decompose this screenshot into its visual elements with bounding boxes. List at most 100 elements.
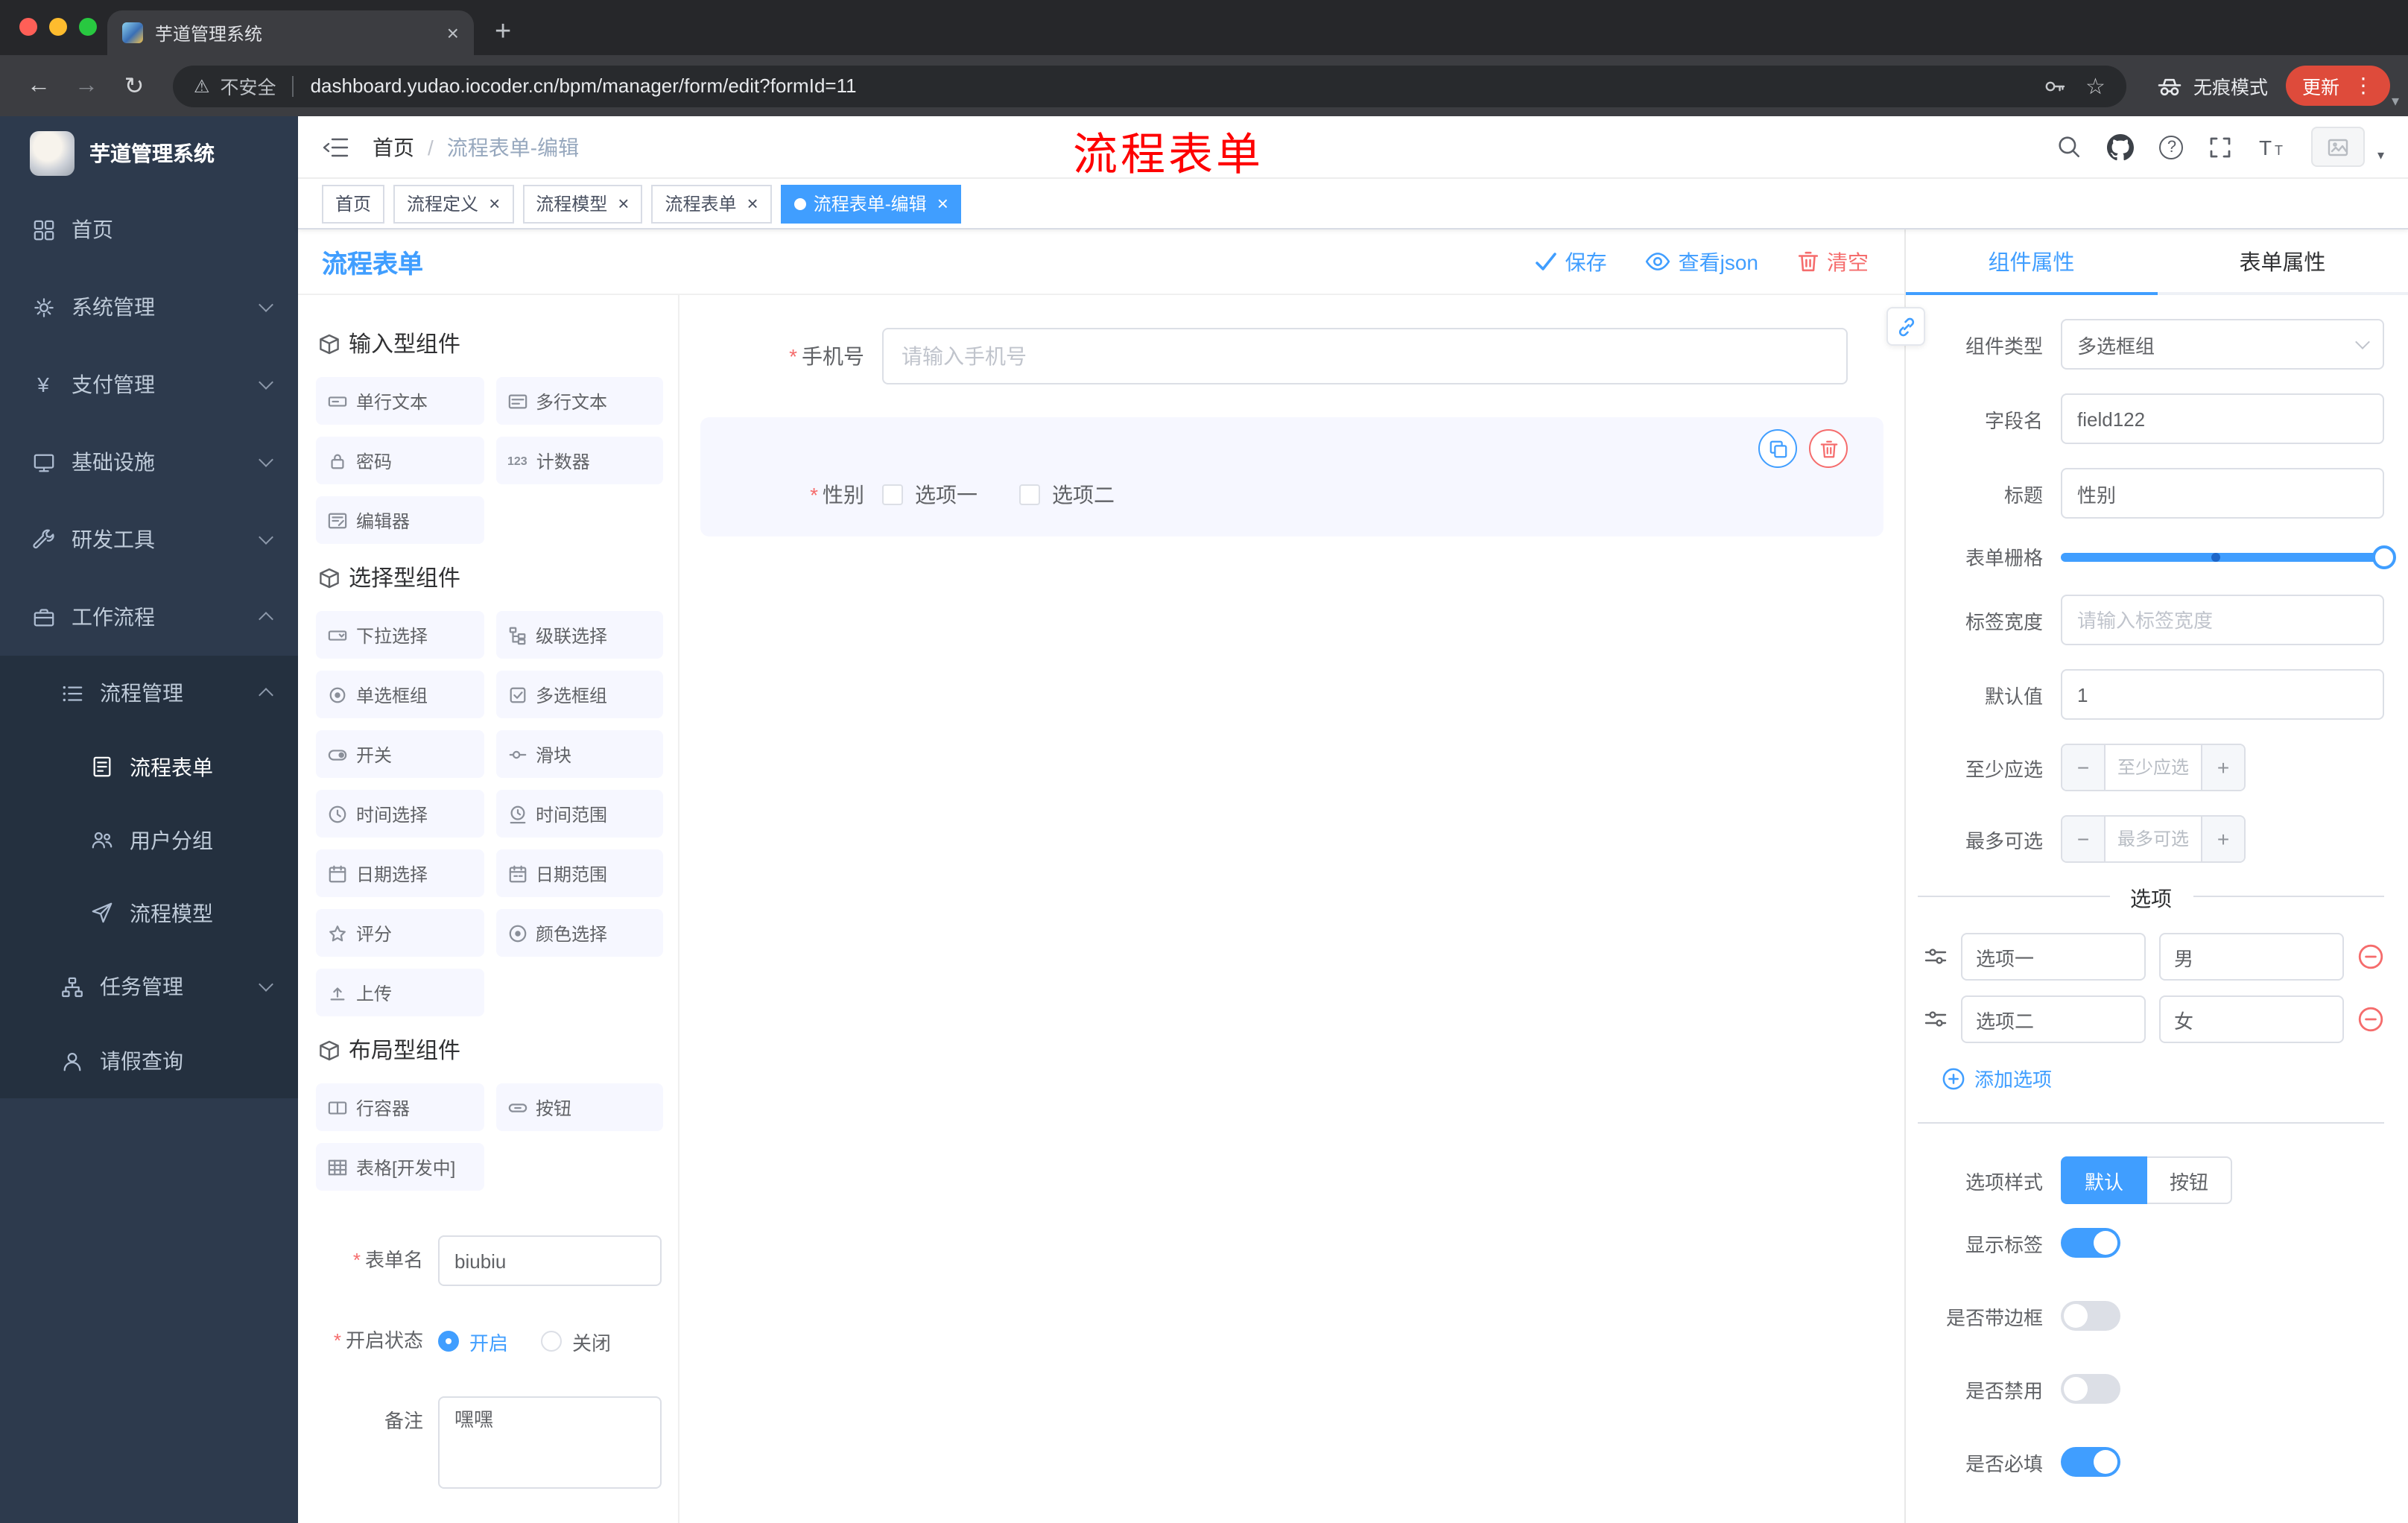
status-radio-off[interactable]: 关闭 [541,1327,611,1355]
widget-phone[interactable]: * 手机号 [700,310,1883,402]
palette-item-single-line-text[interactable]: 单行文本 [316,377,484,425]
field-name-input[interactable] [2061,393,2384,444]
incognito-badge[interactable]: 无痕模式 [2156,72,2268,100]
sidebar-item-infrastructure[interactable]: 基础设施 [0,423,298,501]
font-size-icon[interactable]: TT [2258,135,2287,159]
palette-item-date-picker[interactable]: 日期选择 [316,849,484,897]
option1-label-input[interactable] [1961,933,2146,981]
view-json-button[interactable]: 查看json [1646,247,1758,276]
palette-item-checkbox-group[interactable]: 多选框组 [495,671,663,718]
palette-item-table[interactable]: 表格[开发中] [316,1143,484,1191]
toolbar-overflow-chevron-icon[interactable]: ▾ [2392,94,2399,110]
gender-checkbox-option2[interactable]: 选项二 [1019,480,1115,510]
palette-item-select[interactable]: 下拉选择 [316,611,484,659]
palette-item-cascader[interactable]: 级联选择 [495,611,663,659]
status-radio-on[interactable]: 开启 [438,1327,508,1355]
min-select-input[interactable] [2106,745,2201,790]
search-icon[interactable] [2057,134,2082,159]
window-minimize-button[interactable] [49,18,67,36]
style-default-button[interactable]: 默认 [2061,1156,2148,1204]
title-input[interactable] [2061,468,2384,519]
default-value-input[interactable] [2061,669,2384,720]
palette-item-password[interactable]: 密码 [316,437,484,484]
drag-handle-icon[interactable] [1924,945,1948,969]
sidebar-item-home[interactable]: 首页 [0,191,298,268]
github-icon[interactable] [2107,133,2135,160]
add-option-button[interactable]: 添加选项 [1942,1064,2384,1092]
link-notch-button[interactable] [1886,307,1925,346]
stepper-increase-button[interactable]: + [2201,745,2244,790]
window-close-button[interactable] [19,18,37,36]
back-button[interactable]: ← [18,65,60,107]
sidebar-item-process-management[interactable]: 流程管理 [0,656,298,730]
palette-item-switch[interactable]: 开关 [316,730,484,778]
stepper-decrease-button[interactable]: − [2062,745,2106,790]
palette-item-button[interactable]: 按钮 [495,1083,663,1131]
palette-item-radio-group[interactable]: 单选框组 [316,671,484,718]
gender-checkbox-option1[interactable]: 选项一 [882,480,978,510]
show-label-switch[interactable] [2061,1228,2120,1258]
tag-close-icon[interactable]: × [489,194,500,213]
reload-button[interactable]: ↻ [113,65,155,107]
widget-gender-selected[interactable]: * 性别 选项一 选项二 [700,417,1883,536]
palette-item-color-picker[interactable]: 颜色选择 [495,909,663,957]
key-icon[interactable] [2042,74,2066,98]
avatar-caret-icon[interactable]: ▾ [2377,148,2384,164]
breadcrumb-home[interactable]: 首页 [373,132,414,162]
tag-process-model[interactable]: 流程模型 × [522,184,643,223]
option2-label-input[interactable] [1961,995,2146,1043]
fullscreen-icon[interactable] [2209,135,2233,159]
phone-input[interactable] [882,328,1848,384]
address-bar[interactable]: ⚠ 不安全 dashboard.yudao.iocoder.cn/bpm/man… [173,65,2126,107]
browser-update-button[interactable]: 更新 ⋮ [2285,66,2390,106]
required-switch[interactable] [2061,1447,2120,1477]
remove-option-button[interactable] [2357,1006,2384,1033]
disabled-switch[interactable] [2061,1374,2120,1404]
label-width-input[interactable] [2061,595,2384,645]
grid-span-slider[interactable] [2061,545,2396,569]
forward-button[interactable]: → [66,65,107,107]
tag-home[interactable]: 首页 [322,184,385,223]
avatar[interactable] [2311,127,2366,167]
palette-item-upload[interactable]: 上传 [316,969,484,1016]
copy-widget-button[interactable] [1758,429,1797,468]
sidebar-item-leave-query[interactable]: 请假查询 [0,1024,298,1098]
option1-value-input[interactable] [2159,933,2344,981]
sidebar-item-process-form[interactable]: 流程表单 [0,730,298,803]
component-type-select[interactable]: 多选框组 [2061,319,2384,370]
sidebar-item-workflow[interactable]: 工作流程 [0,578,298,656]
option2-value-input[interactable] [2159,995,2344,1043]
save-button[interactable]: 保存 [1536,247,1607,276]
sidebar-item-process-model[interactable]: 流程模型 [0,876,298,949]
style-button-button[interactable]: 按钮 [2147,1156,2233,1204]
palette-item-time-range[interactable]: 时间范围 [495,790,663,838]
more-menu-icon[interactable]: ⋮ [2353,73,2374,98]
form-name-input[interactable] [438,1235,662,1286]
tag-process-definition[interactable]: 流程定义 × [393,184,514,223]
palette-item-rate[interactable]: 评分 [316,909,484,957]
tag-process-form-edit[interactable]: 流程表单-编辑 × [780,184,962,223]
help-icon[interactable]: ? [2159,135,2184,159]
stepper-decrease-button[interactable]: − [2062,817,2106,861]
stepper-increase-button[interactable]: + [2201,817,2244,861]
sidebar-item-system[interactable]: 系统管理 [0,268,298,346]
sidebar-logo-row[interactable]: 芋道管理系统 [0,116,298,191]
palette-item-row-container[interactable]: 行容器 [316,1083,484,1131]
new-tab-button[interactable]: + [495,16,511,49]
window-zoom-button[interactable] [79,18,97,36]
remove-option-button[interactable] [2357,943,2384,970]
sidebar-item-task-management[interactable]: 任务管理 [0,949,298,1024]
max-select-input[interactable] [2106,817,2201,861]
palette-item-date-range[interactable]: 日期范围 [495,849,663,897]
palette-item-slider[interactable]: 滑块 [495,730,663,778]
remark-textarea[interactable]: 嘿嘿 [438,1396,662,1489]
drag-handle-icon[interactable] [1924,1007,1948,1031]
delete-widget-button[interactable] [1809,429,1848,468]
slider-handle[interactable] [2372,545,2396,569]
palette-item-counter[interactable]: 123 计数器 [495,437,663,484]
tag-close-icon[interactable]: × [618,194,629,213]
border-switch[interactable] [2061,1301,2120,1331]
tab-component-props[interactable]: 组件属性 [1906,229,2157,295]
tag-process-form[interactable]: 流程表单 × [651,184,772,223]
sidebar-item-payment[interactable]: ¥ 支付管理 [0,346,298,423]
